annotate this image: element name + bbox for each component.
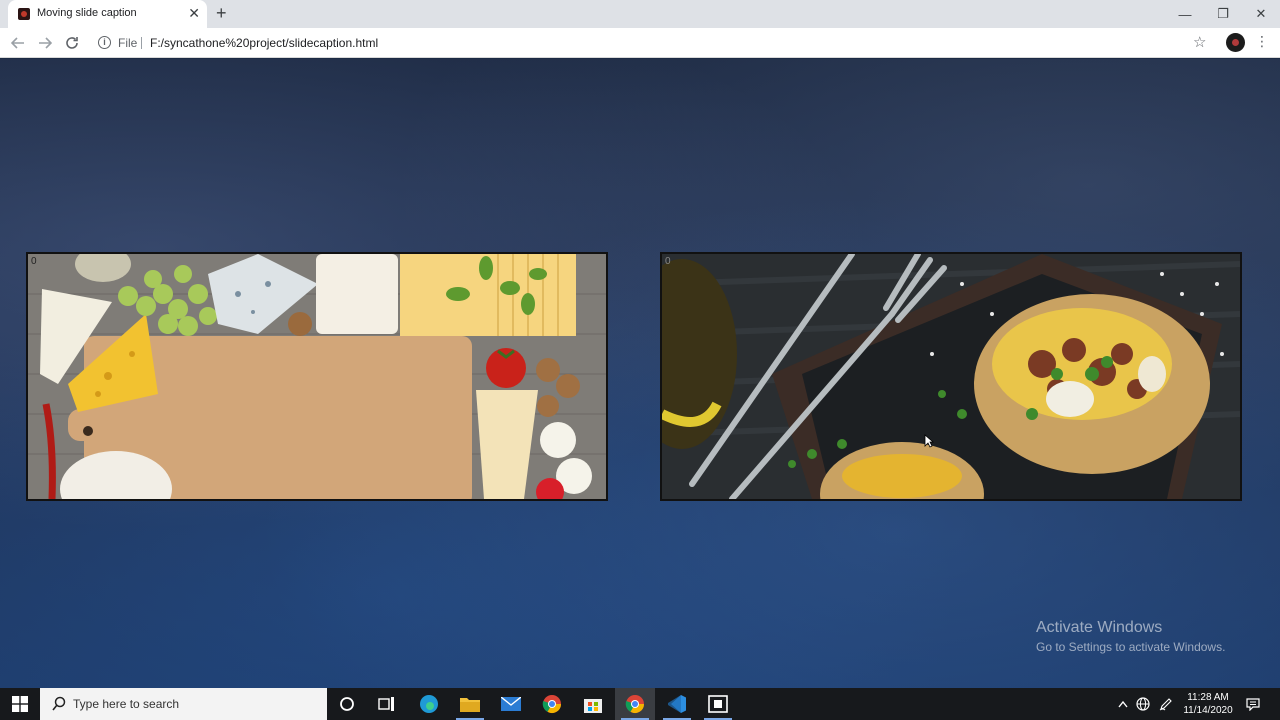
slide-cheese[interactable]: 0 (26, 252, 608, 501)
task-view-button[interactable] (367, 688, 407, 720)
task-view-icon (378, 697, 394, 711)
mail-icon (501, 697, 521, 711)
clock-time: 11:28 AM (1187, 692, 1229, 703)
pen-workspace-button[interactable] (1157, 688, 1175, 720)
baked-potato-image (662, 254, 1240, 499)
close-window-button[interactable]: ✕ (1242, 0, 1280, 28)
taskbar-search-box[interactable]: Type here to search (40, 688, 327, 720)
cortana-icon (340, 697, 354, 711)
store-button[interactable] (573, 688, 613, 720)
restore-button[interactable]: ❐ (1204, 0, 1242, 28)
snip-icon (708, 695, 728, 713)
network-button[interactable] (1134, 688, 1152, 720)
reload-button[interactable] (62, 33, 82, 53)
favicon-icon (18, 8, 30, 20)
slide-index-label: 0 (665, 256, 671, 267)
vscode-icon (668, 695, 686, 713)
arrow-right-icon (39, 37, 52, 49)
activate-windows-watermark: Activate Windows Go to Settings to activ… (1036, 619, 1225, 654)
watermark-subtitle: Go to Settings to activate Windows. (1036, 640, 1226, 654)
notification-icon (1246, 697, 1260, 711)
new-tab-button[interactable]: + (216, 2, 227, 24)
reload-icon (66, 37, 78, 49)
chrome-active-icon (625, 695, 644, 714)
chevron-up-icon (1118, 700, 1128, 708)
tab-close-button[interactable]: ✕ (188, 5, 200, 21)
search-placeholder: Type here to search (73, 697, 180, 711)
search-icon (52, 696, 66, 711)
info-icon[interactable]: i (98, 36, 111, 49)
mouse-pointer-icon (924, 434, 934, 448)
chrome-icon (542, 695, 561, 714)
minimize-button[interactable]: — (1166, 0, 1204, 28)
store-icon (584, 699, 602, 713)
profile-avatar[interactable] (1226, 33, 1245, 52)
file-explorer-button[interactable] (450, 688, 490, 720)
forward-button[interactable] (35, 33, 55, 53)
page-viewport: 0 0 Activate Windows Go to Settings to a… (0, 59, 1280, 688)
pen-icon (1159, 698, 1172, 711)
show-hidden-icons-button[interactable] (1113, 688, 1133, 720)
mail-button[interactable] (491, 688, 531, 720)
watermark-title: Activate Windows (1036, 619, 1163, 636)
arrow-left-icon (11, 37, 24, 49)
cortana-button[interactable] (327, 688, 367, 720)
windows-taskbar: Type here to search 11:28 AM 11/14/2020 (0, 688, 1280, 720)
start-button[interactable] (0, 688, 40, 720)
url-text[interactable]: F:/syncathone%20project/slidecaption.htm… (150, 36, 378, 50)
vscode-button[interactable] (657, 688, 697, 720)
clock-date: 11/14/2020 (1183, 705, 1233, 716)
address-bar[interactable]: i File F:/syncathone%20project/slidecapt… (88, 31, 1218, 55)
browser-menu-icon[interactable]: ⋮ (1255, 33, 1269, 50)
chrome-active-button[interactable] (615, 688, 655, 720)
back-button[interactable] (8, 33, 28, 53)
globe-icon (1136, 697, 1150, 711)
divider (141, 37, 142, 49)
chrome-pinned-button[interactable] (532, 688, 572, 720)
edge-button[interactable] (409, 688, 449, 720)
tab-title: Moving slide caption (37, 7, 137, 19)
folder-icon (460, 698, 480, 712)
taskbar-clock[interactable]: 11:28 AM 11/14/2020 (1180, 691, 1236, 717)
cheese-board-image (28, 254, 606, 499)
browser-tab[interactable]: Moving slide caption ✕ (8, 0, 207, 28)
browser-toolbar: i File F:/syncathone%20project/slidecapt… (0, 28, 1280, 58)
windows-logo-icon (12, 696, 28, 712)
window-controls: — ❐ ✕ (1166, 0, 1280, 28)
action-center-button[interactable] (1242, 688, 1264, 720)
bookmark-star-icon[interactable]: ☆ (1193, 33, 1206, 51)
slide-index-label: 0 (31, 256, 37, 267)
edge-icon (420, 695, 438, 713)
browser-tab-strip: Moving slide caption ✕ + — ❐ ✕ (0, 0, 1280, 28)
url-scheme: File (118, 36, 138, 50)
snip-button[interactable] (698, 688, 738, 720)
slide-potato[interactable]: 0 (660, 252, 1242, 501)
